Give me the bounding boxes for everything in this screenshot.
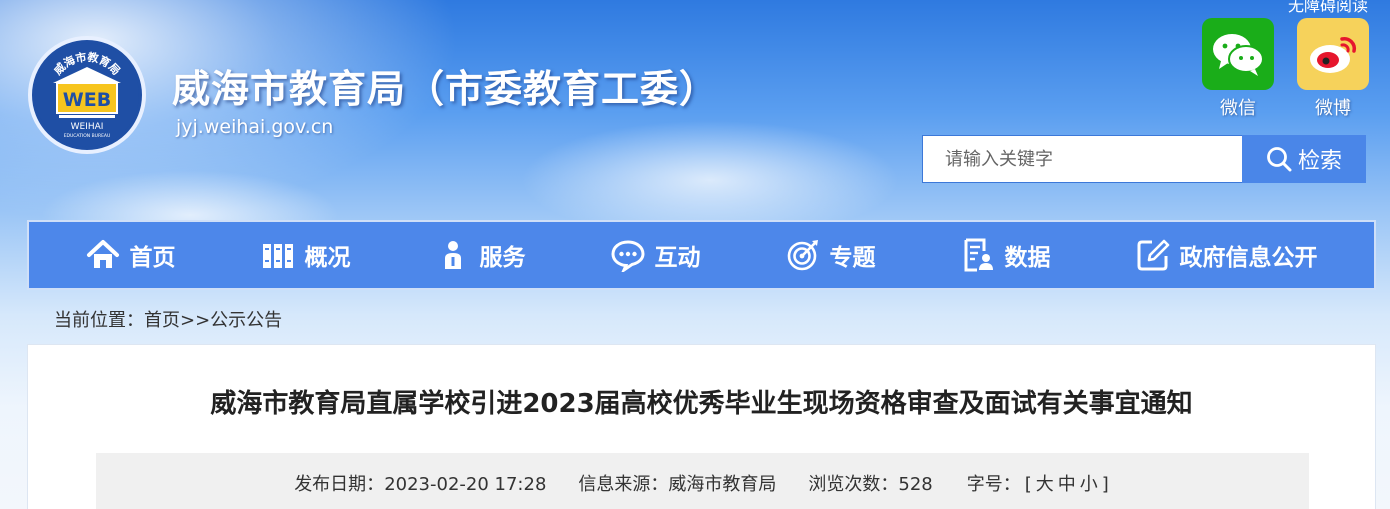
search-button-label: 检索 xyxy=(1297,149,1342,174)
logo-sub-text: EDUCATION BUREAU xyxy=(64,133,111,139)
breadcrumb-separator: >> xyxy=(180,310,211,331)
weibo-icon xyxy=(1297,18,1369,90)
nav-item-label: 服务 xyxy=(479,245,526,271)
logo-bottom-text: WEIHAI xyxy=(71,122,104,132)
weibo-button[interactable]: 微博 xyxy=(1297,18,1369,120)
publish-date: 发布日期：2023-02-20 17:28 xyxy=(294,470,546,496)
document-person-icon xyxy=(964,238,993,272)
nav-item-overview[interactable]: 概况 xyxy=(261,238,351,272)
site-title: 威海市教育局（市委教育工委） xyxy=(172,67,719,111)
nav-item-gov-info[interactable]: 政府信息公开 xyxy=(1136,238,1318,272)
font-size-medium-button[interactable]: 中 xyxy=(1058,474,1076,495)
chat-icon xyxy=(610,240,645,272)
font-size-bracket-open: [ xyxy=(1024,474,1032,495)
view-count-label: 浏览次数： xyxy=(808,474,899,495)
font-size-label: 字号： xyxy=(966,474,1021,495)
font-size-control: 字号：[大中小] xyxy=(965,470,1111,496)
publish-date-value: 2023-02-20 17:28 xyxy=(384,474,547,495)
nav-item-label: 政府信息公开 xyxy=(1179,245,1318,271)
edit-icon xyxy=(1137,239,1169,271)
article-meta: 发布日期：2023-02-20 17:28 信息来源：威海市教育局 浏览次数：5… xyxy=(96,453,1309,509)
font-size-small-button[interactable]: 小 xyxy=(1080,474,1098,495)
nav-item-topics[interactable]: 专题 xyxy=(786,238,876,272)
font-size-large-button[interactable]: 大 xyxy=(1036,474,1054,495)
logo-center-text: WEB xyxy=(63,89,111,111)
nav-item-home[interactable]: 首页 xyxy=(86,238,176,272)
nav-item-service[interactable]: 服务 xyxy=(436,238,526,272)
nav-item-label: 互动 xyxy=(654,245,701,271)
nav-item-label: 首页 xyxy=(129,245,176,271)
view-count: 浏览次数：528 xyxy=(808,470,932,496)
info-source-value: 威海市教育局 xyxy=(668,474,777,495)
publish-date-label: 发布日期： xyxy=(294,474,385,495)
person-icon xyxy=(444,241,461,269)
site-logo[interactable]: 威海市教育局 WEB WEIHAI EDUCATION BUREAU xyxy=(28,36,146,154)
books-icon xyxy=(262,244,293,268)
logo-emblem: 威海市教育局 WEB WEIHAI EDUCATION BUREAU xyxy=(35,43,139,147)
target-icon xyxy=(787,240,818,271)
info-source: 信息来源：威海市教育局 xyxy=(578,470,776,496)
font-size-bracket-close: ] xyxy=(1101,474,1109,495)
nav-item-data[interactable]: 数据 xyxy=(961,238,1051,272)
wechat-label: 微信 xyxy=(1220,98,1256,119)
nav-item-interaction[interactable]: 互动 xyxy=(610,238,701,272)
article-title: 威海市教育局直属学校引进2023届高校优秀毕业生现场资格审查及面试有关事宜通知 xyxy=(210,389,1193,419)
weibo-label: 微博 xyxy=(1315,98,1351,119)
search-bar: 检索 xyxy=(922,135,1366,183)
info-source-label: 信息来源： xyxy=(578,474,669,495)
wechat-button[interactable]: 微信 xyxy=(1202,18,1274,120)
breadcrumb: 当前位置：首页>>公示公告 xyxy=(54,306,282,332)
nav-item-label: 概况 xyxy=(304,245,351,271)
home-icon xyxy=(86,240,119,268)
breadcrumb-label: 当前位置： xyxy=(54,310,144,331)
nav-item-label: 数据 xyxy=(1004,245,1051,271)
breadcrumb-current-link[interactable]: 公示公告 xyxy=(210,310,282,331)
breadcrumb-home-link[interactable]: 首页 xyxy=(144,310,180,331)
search-input[interactable] xyxy=(922,135,1242,183)
accessibility-link[interactable]: 无障碍阅读 xyxy=(1288,0,1368,16)
search-icon xyxy=(1267,147,1292,172)
nav-item-label: 专题 xyxy=(829,245,876,271)
site-url: jyj.weihai.gov.cn xyxy=(176,116,334,138)
search-button[interactable]: 检索 xyxy=(1242,135,1366,183)
wechat-icon xyxy=(1202,18,1274,90)
view-count-value: 528 xyxy=(898,474,933,495)
article-panel: 威海市教育局直属学校引进2023届高校优秀毕业生现场资格审查及面试有关事宜通知 … xyxy=(27,344,1376,509)
main-nav: 首页 概况 服务 互动 专题 数据 政府信息公开 xyxy=(27,220,1376,290)
